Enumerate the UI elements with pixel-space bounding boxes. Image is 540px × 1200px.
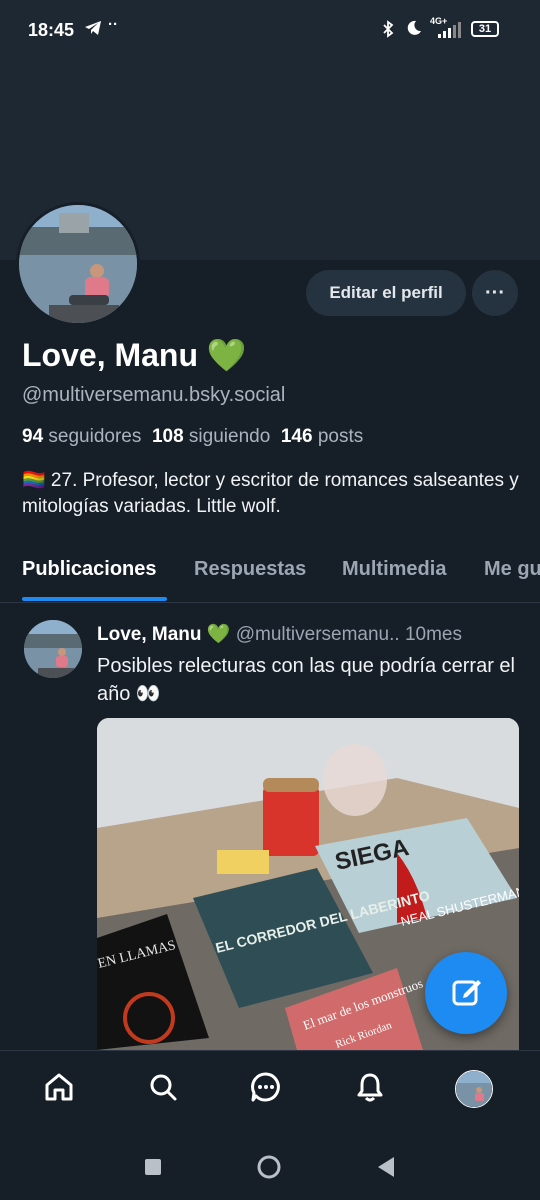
tab-multimedia[interactable]: Multimedia bbox=[342, 558, 446, 581]
following-label: siguiendo bbox=[188, 426, 271, 447]
post-author-name[interactable]: Love, Manu 💚 bbox=[97, 624, 230, 645]
profile-avatar[interactable] bbox=[16, 202, 140, 326]
post-header: Love, Manu 💚 @multiversemanu.. 10mes bbox=[97, 622, 462, 646]
dnd-moon-icon bbox=[406, 20, 422, 40]
nav-chat[interactable] bbox=[244, 1067, 288, 1111]
more-notifications-icon: ·· bbox=[108, 16, 118, 33]
post-author-avatar[interactable] bbox=[24, 620, 82, 678]
home-icon bbox=[43, 1071, 75, 1108]
tab-me-gusta[interactable]: Me gu bbox=[484, 558, 540, 581]
post-author-handle[interactable]: @multiversemanu.. bbox=[236, 624, 400, 645]
bottom-navigation bbox=[0, 1050, 540, 1127]
nav-home[interactable] bbox=[37, 1067, 81, 1111]
battery-indicator: 31 bbox=[471, 21, 499, 37]
status-bar: 18:45 ·· 4G+ 31 bbox=[0, 0, 540, 62]
posts-label: posts bbox=[317, 426, 364, 447]
nav-notifications[interactable] bbox=[348, 1067, 392, 1111]
followers-label: seguidores bbox=[48, 426, 142, 447]
active-tab-indicator bbox=[22, 597, 167, 601]
profile-bio: 🏳️‍🌈 27. Profesor, lector y escritor de … bbox=[22, 470, 519, 517]
followers-count: 94 bbox=[22, 426, 44, 447]
posts-count: 146 bbox=[280, 426, 313, 447]
compose-icon bbox=[448, 979, 484, 1013]
profile-display-name: Love, Manu 💚 bbox=[22, 337, 247, 373]
edit-profile-button[interactable]: Editar el perfil bbox=[306, 270, 466, 316]
recents-button[interactable] bbox=[144, 1158, 162, 1181]
avatar bbox=[455, 1070, 493, 1108]
posts-stat: 146 posts bbox=[281, 426, 363, 447]
telegram-icon bbox=[84, 20, 102, 40]
profile-tabs: Publicaciones Respuestas Multimedia Me g… bbox=[0, 548, 540, 603]
search-icon bbox=[147, 1071, 179, 1108]
following-link[interactable]: 108 siguiendo bbox=[152, 426, 270, 447]
nav-search[interactable] bbox=[141, 1067, 185, 1111]
status-time: 18:45 bbox=[28, 20, 75, 40]
bell-icon bbox=[354, 1071, 386, 1108]
following-count: 108 bbox=[151, 426, 184, 447]
more-options-button[interactable]: ··· bbox=[472, 270, 518, 316]
nav-profile[interactable] bbox=[452, 1067, 496, 1111]
chat-icon bbox=[250, 1071, 282, 1108]
profile-stats: 94 seguidores 108 siguiendo 146 posts bbox=[22, 426, 363, 448]
system-navigation bbox=[0, 1126, 540, 1200]
tab-respuestas[interactable]: Respuestas bbox=[194, 558, 306, 581]
tab-publicaciones[interactable]: Publicaciones bbox=[22, 558, 157, 581]
back-button[interactable] bbox=[376, 1156, 396, 1183]
profile-handle: @multiversemanu.bsky.social bbox=[22, 384, 286, 406]
signal-icon bbox=[438, 22, 464, 42]
post-text: Posibles relecturas con las que podría c… bbox=[97, 655, 515, 705]
compose-button[interactable] bbox=[425, 952, 507, 1034]
post-timestamp: 10mes bbox=[404, 624, 462, 645]
followers-link[interactable]: 94 seguidores bbox=[22, 426, 141, 447]
bluetooth-icon bbox=[381, 20, 395, 42]
home-system-button[interactable] bbox=[256, 1154, 282, 1185]
